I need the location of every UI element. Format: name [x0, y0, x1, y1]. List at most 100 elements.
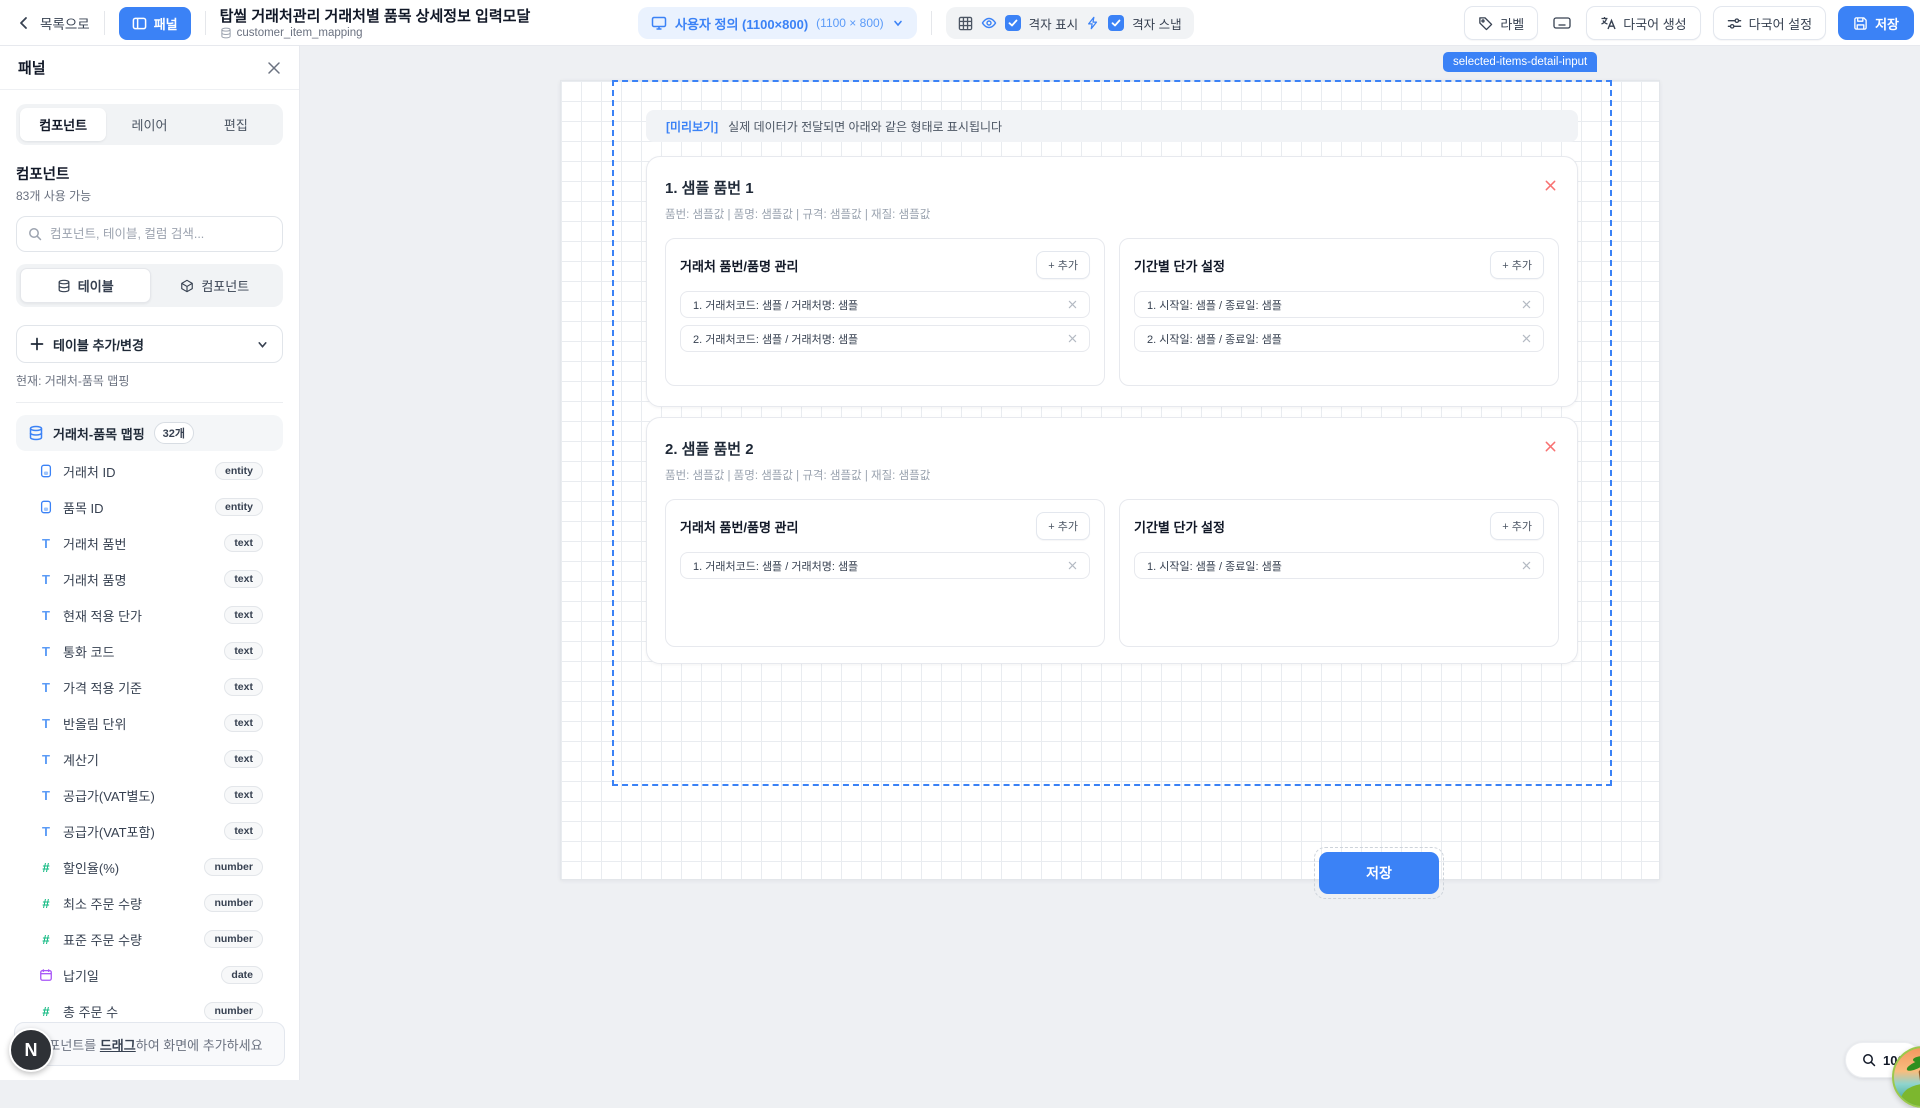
field-row[interactable]: # 할인율(%) number	[16, 849, 283, 885]
remove-item-button[interactable]	[1542, 438, 1559, 455]
form-save-button[interactable]: 저장	[1319, 852, 1439, 894]
i18n-settings-button[interactable]: 다국어 설정	[1713, 6, 1826, 40]
sample-row: 1. 시작일: 샘플 / 종료일: 샘플	[1134, 552, 1544, 579]
tab-components[interactable]: 컴포넌트	[20, 108, 106, 141]
sample-row-text: 1. 거래처코드: 샘플 / 거래처명: 샘플	[693, 297, 858, 313]
field-row[interactable]: 품목 ID entity	[16, 489, 283, 525]
number-type-icon: #	[42, 932, 49, 947]
tab-edit[interactable]: 편집	[193, 108, 279, 141]
panel-tabs: 컴포넌트 레이어 편집	[16, 104, 283, 145]
sidebar-panel-icon	[132, 16, 147, 31]
number-type-icon: #	[42, 860, 49, 875]
grid-icon	[958, 16, 973, 31]
sub-panel-rows: 1. 시작일: 샘플 / 종료일: 샘플	[1134, 552, 1544, 579]
field-type-badge: date	[221, 966, 263, 984]
mode-component-button[interactable]: 컴포넌트	[151, 268, 280, 303]
sample-row: 2. 시작일: 샘플 / 종료일: 샘플	[1134, 325, 1544, 352]
remove-row-button[interactable]	[1068, 334, 1077, 343]
keyboard-icon	[1552, 13, 1572, 33]
selected-component-outline[interactable]: [미리보기] 실제 데이터가 전달되면 아래와 같은 형태로 표시됩니다 1. …	[612, 80, 1612, 786]
back-to-list-button[interactable]: 목록으로	[16, 13, 90, 33]
table-name: 거래처-품목 맵핑	[53, 424, 145, 443]
sample-row-text: 1. 시작일: 샘플 / 종료일: 샘플	[1147, 297, 1282, 313]
add-row-button[interactable]: + 추가	[1490, 251, 1544, 279]
sample-row: 2. 거래처코드: 샘플 / 거래처명: 샘플	[680, 325, 1090, 352]
field-row[interactable]: T 계산기 text	[16, 741, 283, 777]
page-title: 탑씰 거래처관리 거래처별 품목 상세정보 입력모달	[220, 8, 531, 25]
grid-show-checkbox[interactable]	[1005, 15, 1021, 31]
add-row-button[interactable]: + 추가	[1036, 512, 1090, 540]
text-type-icon: T	[42, 536, 50, 551]
sub-panel-title: 기간별 단가 설정	[1134, 256, 1225, 275]
table-group-header[interactable]: 거래처-품목 맵핑 32개	[16, 415, 283, 451]
current-table-label: 현재: 거래처-품목 맵핑	[16, 372, 283, 389]
field-row[interactable]: T 현재 적용 단가 text	[16, 597, 283, 633]
save-button[interactable]: 저장	[1838, 6, 1914, 40]
sub-panel: 거래처 품번/품명 관리 + 추가 1. 거래처코드: 샘플 / 거래처명: 샘…	[665, 499, 1105, 647]
field-row[interactable]: # 표준 주문 수량 number	[16, 921, 283, 957]
text-type-icon: T	[42, 572, 50, 587]
editor-canvas[interactable]: 저장 [미리보기] 실제 데이터가 전달되면 아래와 같은 형태로 표시됩니다 …	[300, 46, 1920, 1080]
selection-name-tooltip: selected-items-detail-input	[1443, 52, 1597, 72]
date-icon	[39, 968, 53, 982]
add-row-button[interactable]: + 추가	[1036, 251, 1090, 279]
field-type-badge: number	[204, 858, 263, 876]
table-count-badge: 32개	[154, 422, 194, 444]
item-card-meta: 품번: 샘플값 | 품명: 샘플값 | 규격: 샘플값 | 재질: 샘플값	[665, 467, 1559, 483]
assistant-avatar[interactable]: N	[9, 1028, 53, 1072]
field-row[interactable]: 납기일 date	[16, 957, 283, 993]
field-row[interactable]: T 반올림 단위 text	[16, 705, 283, 741]
preview-item-card: 2. 샘플 품번 2 품번: 샘플값 | 품명: 샘플값 | 규격: 샘플값 |…	[646, 417, 1578, 664]
remove-row-button[interactable]	[1522, 334, 1531, 343]
field-row[interactable]: # 최소 주문 수량 number	[16, 885, 283, 921]
remove-row-button[interactable]	[1068, 561, 1077, 570]
field-row[interactable]: 거래처 ID entity	[16, 453, 283, 489]
sub-panel-title: 기간별 단가 설정	[1134, 517, 1225, 536]
close-icon	[1522, 561, 1531, 570]
sample-row-text: 2. 시작일: 샘플 / 종료일: 샘플	[1147, 331, 1282, 347]
tab-layers[interactable]: 레이어	[106, 108, 192, 141]
search-input[interactable]	[50, 227, 271, 241]
field-type-badge: entity	[215, 498, 263, 516]
field-row[interactable]: T 통화 코드 text	[16, 633, 283, 669]
close-icon	[1068, 561, 1077, 570]
item-card-title: 1. 샘플 품번 1	[665, 177, 754, 198]
i18n-generate-button[interactable]: 다국어 생성	[1586, 6, 1700, 40]
keyboard-shortcuts-button[interactable]	[1550, 6, 1574, 40]
add-table-dropdown[interactable]: 테이블 추가/변경	[16, 325, 283, 363]
remove-row-button[interactable]	[1522, 300, 1531, 309]
close-icon	[1522, 334, 1531, 343]
preview-tag: [미리보기]	[666, 118, 718, 135]
save-icon	[1853, 16, 1868, 31]
text-type-icon: T	[42, 608, 50, 623]
grid-snap-checkbox[interactable]	[1108, 15, 1124, 31]
tag-icon	[1478, 16, 1493, 31]
entity-icon	[39, 464, 53, 478]
sample-row-text: 1. 시작일: 샘플 / 종료일: 샘플	[1147, 558, 1282, 574]
add-row-button[interactable]: + 추가	[1490, 512, 1544, 540]
lightning-icon[interactable]	[1086, 16, 1100, 30]
field-row[interactable]: T 가격 적용 기준 text	[16, 669, 283, 705]
field-row[interactable]: T 거래처 품명 text	[16, 561, 283, 597]
field-row[interactable]: T 거래처 품번 text	[16, 525, 283, 561]
remove-row-button[interactable]	[1522, 561, 1531, 570]
close-icon	[1544, 440, 1557, 453]
sub-panel-rows: 1. 시작일: 샘플 / 종료일: 샘플 2. 시작일: 샘플 / 종료일: 샘…	[1134, 291, 1544, 352]
remove-item-button[interactable]	[1542, 177, 1559, 194]
field-row[interactable]: T 공급가(VAT포함) text	[16, 813, 283, 849]
label-button[interactable]: 라벨	[1464, 6, 1538, 40]
viewport-size-dropdown[interactable]: 사용자 정의 (1100×800) (1100 × 800)	[638, 7, 917, 39]
section-title: 컴포넌트	[16, 163, 283, 184]
close-icon[interactable]	[267, 61, 281, 75]
field-row[interactable]: T 공급가(VAT별도) text	[16, 777, 283, 813]
eye-icon[interactable]	[981, 15, 997, 31]
entity-icon	[39, 500, 53, 514]
mode-table-button[interactable]: 테이블	[20, 268, 151, 303]
close-icon	[1068, 334, 1077, 343]
text-type-icon: T	[42, 716, 50, 731]
remove-row-button[interactable]	[1068, 300, 1077, 309]
divider	[205, 11, 206, 35]
cube-icon	[180, 279, 194, 293]
divider	[104, 11, 105, 35]
panel-toggle-button[interactable]: 패널	[119, 7, 191, 40]
